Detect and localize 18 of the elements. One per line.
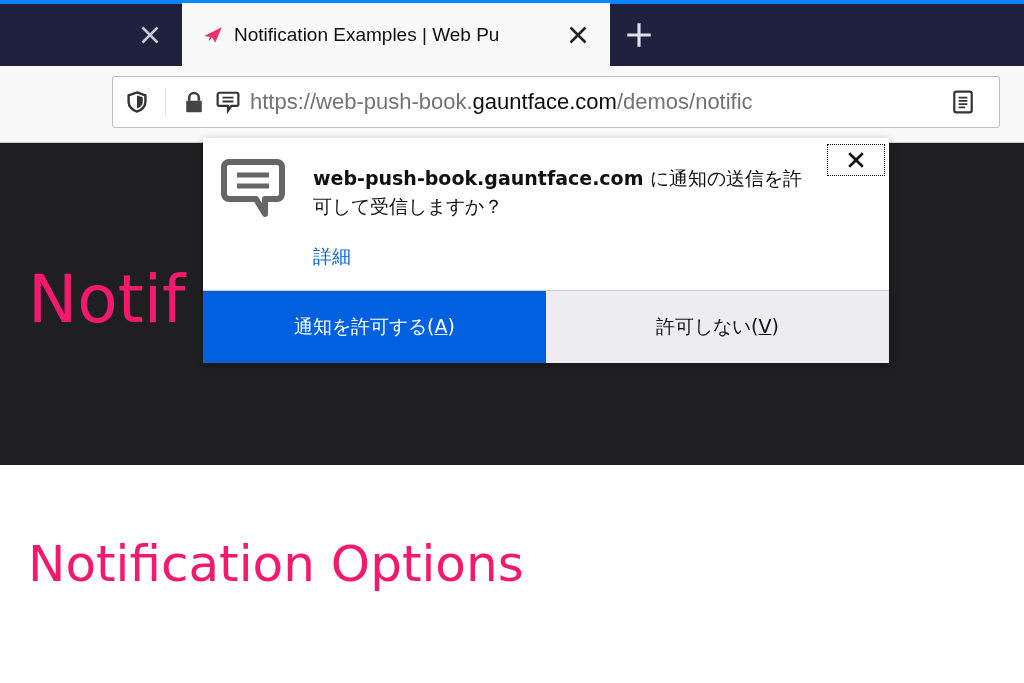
url-text: https://web-push-book.gauntface.com/demos/notific: [250, 89, 754, 115]
page-heading: Notif: [28, 260, 186, 338]
close-icon[interactable]: [568, 24, 588, 45]
new-tab-icon[interactable]: [626, 22, 652, 48]
close-icon: [847, 151, 865, 169]
address-bar[interactable]: https://web-push-book.gauntface.com/demos/notific: [112, 76, 1000, 128]
message-icon: [221, 156, 285, 220]
close-button[interactable]: [827, 144, 885, 176]
block-button[interactable]: 許可しない(V): [546, 291, 889, 363]
document-icon[interactable]: [951, 90, 975, 114]
message-icon[interactable]: [216, 90, 240, 114]
section-heading: Notification Options: [28, 535, 524, 593]
shield-icon[interactable]: [125, 90, 149, 114]
allow-button[interactable]: 通知を許可する(A): [203, 291, 546, 363]
browser-tab[interactable]: Notification Examples | Web Pu: [182, 0, 610, 66]
tab-title: Notification Examples | Web Pu: [234, 23, 501, 46]
permission-message: web-push-book.gauntface.com に通知の送信を許可して受信しますか？: [313, 166, 803, 219]
details-link[interactable]: 詳細: [313, 244, 351, 270]
